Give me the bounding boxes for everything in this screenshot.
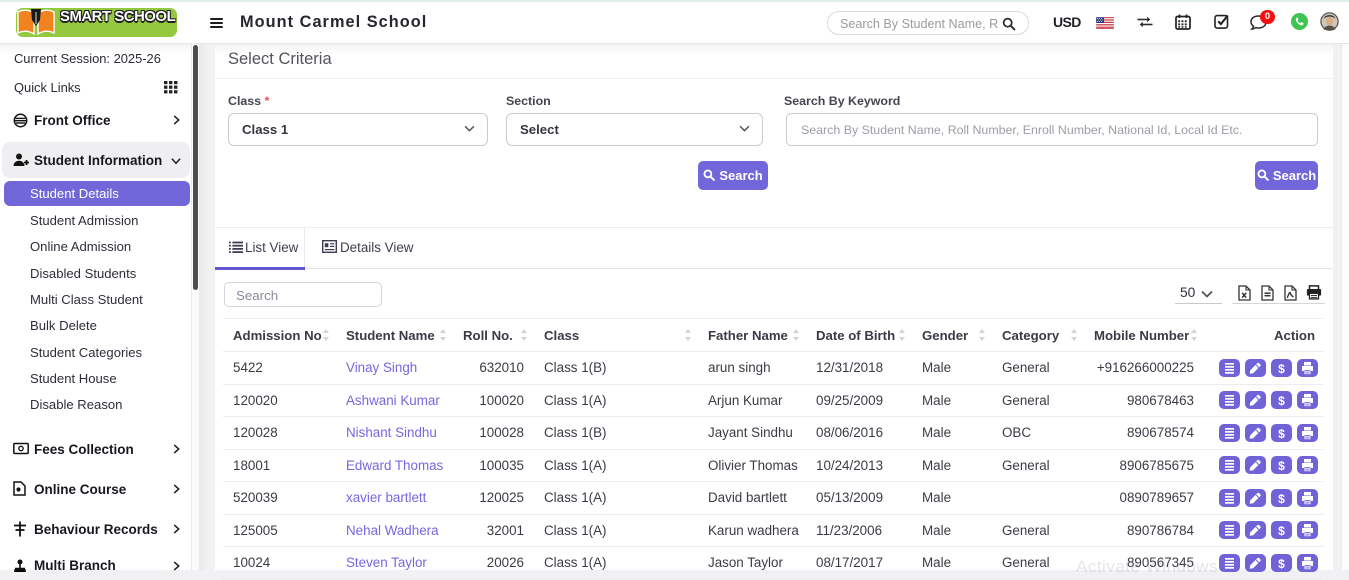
svg-text:$: $ [1278,524,1285,538]
svg-text:$: $ [1278,557,1285,571]
svg-text:$: $ [1278,362,1285,376]
svg-text:$: $ [1278,427,1285,441]
svg-text:$: $ [1278,459,1285,473]
svg-text:$: $ [1278,492,1285,506]
svg-text:$: $ [1278,394,1285,408]
